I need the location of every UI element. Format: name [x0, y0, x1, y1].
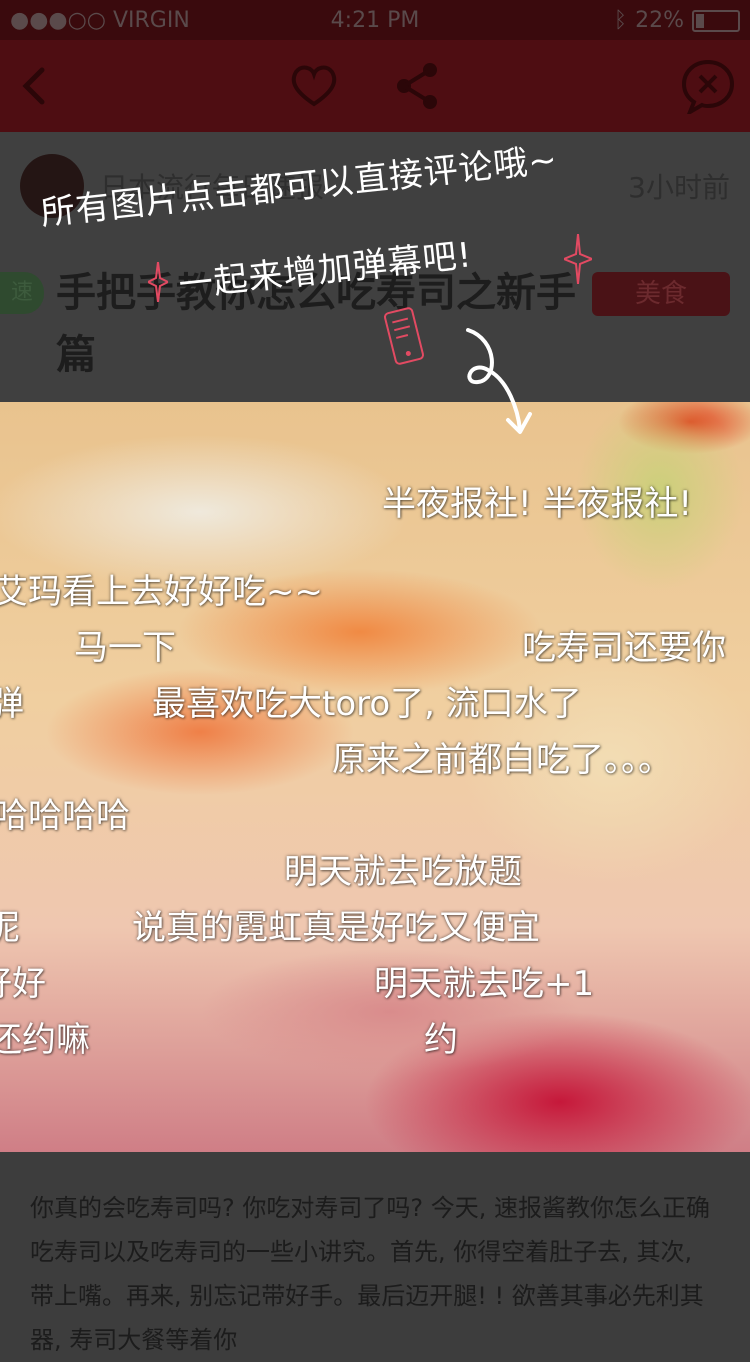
danmaku-comment: 吃寿司还要你	[522, 628, 726, 668]
share-icon[interactable]	[390, 58, 446, 114]
sushi-photo[interactable]: 半夜报社! 半夜报社! 艾玛看上去好好吃~~ 马一下 吃寿司还要你 弹 最喜欢吃…	[0, 402, 750, 1152]
danmaku-comment: 约	[424, 1020, 458, 1060]
danmaku-comment: 说真的霓虹真是好吃又便宜	[132, 908, 540, 948]
battery-icon	[692, 9, 740, 32]
danmaku-comment: 马一下	[74, 628, 176, 668]
back-arrow-icon[interactable]	[10, 58, 66, 114]
danmaku-comment: 好好	[0, 964, 46, 1004]
battery-percent: 22%	[635, 8, 684, 33]
author-name[interactable]: 日本流行每日速报	[100, 166, 324, 206]
danmaku-comment: 最喜欢吃大toro了, 流口水了	[152, 684, 582, 724]
post-time: 3小时前	[628, 171, 730, 204]
danmaku-comment: 还约嘛	[0, 1020, 90, 1060]
post-title: 手把手教你怎么吃寿司之新手篇	[56, 270, 576, 378]
danmaku-comment: 哈哈哈哈	[0, 796, 130, 836]
danmaku-comment: 明天就去吃放题	[284, 852, 522, 892]
heart-icon[interactable]	[286, 58, 342, 114]
danmaku-comment: 半夜报社! 半夜报社!	[382, 484, 693, 524]
danmaku-comment: 呢	[0, 908, 20, 948]
post-header: 日本流行每日速报 3小时前 速 手把手教你怎么吃寿司之新手篇 美食	[0, 132, 750, 402]
danmaku-comment: 原来之前都白吃了。。。	[332, 740, 672, 780]
danmaku-comment: 明天就去吃+1	[374, 964, 595, 1004]
status-bar: ●●●○○ VIRGIN 4:21 PM ᛒ 22%	[0, 0, 750, 40]
close-comment-icon[interactable]	[680, 58, 736, 114]
quick-badge: 速	[0, 272, 44, 314]
category-badge[interactable]: 美食	[592, 272, 730, 316]
danmaku-comment: 艾玛看上去好好吃~~	[0, 572, 323, 612]
status-right: ᛒ 22%	[614, 8, 740, 33]
author-avatar[interactable]	[20, 154, 84, 218]
danmaku-comment: 弹	[0, 684, 24, 724]
bluetooth-icon: ᛒ	[613, 8, 628, 33]
nav-bar	[0, 40, 750, 132]
article-body: 你真的会吃寿司吗? 你吃对寿司了吗? 今天, 速报酱教你怎么正确吃寿司以及吃寿司…	[30, 1194, 710, 1354]
